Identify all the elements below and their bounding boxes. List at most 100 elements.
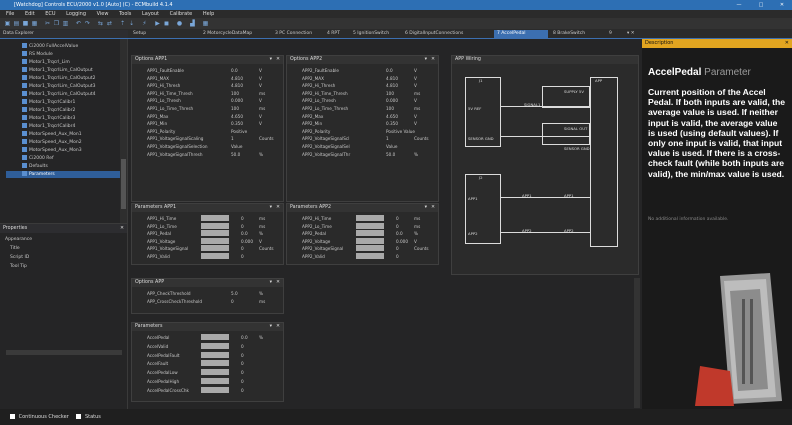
value-slider[interactable] [201,222,229,229]
tree-item[interactable]: MotorSpeed_Aux_Mon2 [22,139,82,146]
setting-value[interactable]: 0.000 [231,97,243,104]
setting-row[interactable]: APP1_Hi_Time 0 ms [135,215,280,222]
value-slider[interactable] [356,245,384,252]
setting-row[interactable]: AccelPedalCrossChk 0 [135,386,280,394]
setting-row[interactable]: APP1_Min 0.350 V [135,120,280,127]
pin-icon[interactable]: ▾ [270,204,272,212]
setting-row[interactable]: APP2_VoltageSignalSel Value [290,143,435,150]
open-icon[interactable]: ▤ [13,20,20,27]
setting-value[interactable]: 0 [396,245,399,252]
setting-value[interactable]: 0 [241,378,244,385]
menu-file[interactable]: File [6,11,14,17]
setting-value[interactable]: Positive [231,128,247,135]
setting-row[interactable]: APP1_Hi_Time_Thresh 100 ms [135,90,280,97]
setting-row[interactable]: AccelPedalLow 0 [135,369,280,376]
setting-value[interactable]: 0.000 [241,238,253,245]
tree-item[interactable]: Motor1_TrqcrlLim_CalOutput [22,67,93,74]
setting-row[interactable]: APP1_FaultEnable 0.0 V [135,67,280,74]
close-icon[interactable]: ✕ [276,279,280,287]
setting-value[interactable]: 0.350 [386,120,398,127]
value-slider[interactable] [201,342,229,349]
tab-9[interactable]: 9 [606,30,620,38]
value-slider[interactable] [201,253,229,259]
tab-brake-switch[interactable]: 8 BrakeSwitch [550,30,604,38]
close-icon[interactable]: ✕ [785,39,789,48]
setting-value[interactable]: 100 [231,105,239,112]
tree-item[interactable]: Motor1_TrqcrlCalibr4 [22,123,75,130]
setting-row[interactable]: APP1_VoltageSignal 0 Counts [135,245,280,252]
setting-row[interactable]: APP1_VoltageSignalThresh 50.0% [135,151,280,158]
setting-row[interactable]: APP2_VoltageSignalThr 50.0% [290,151,435,158]
new-icon[interactable]: ▣ [4,20,11,27]
setting-row[interactable]: APP2_FaultEnable 0.0 V [290,67,435,74]
setting-value[interactable]: 0.0 [241,334,248,341]
copy-icon[interactable]: ❐ [53,20,60,27]
tree-item[interactable]: Motor1_TrqcrlCalibr2 [22,107,75,114]
tree-item[interactable]: Motor1_TrqcrlCalibr1 [22,99,75,106]
setting-row[interactable]: APP_CrossCheckThreshold 0 ms [135,298,280,305]
close-icon[interactable]: ✕ [276,204,280,212]
setting-row[interactable]: APP1_Lo_Thresh 0.000 V [135,97,280,104]
setting-value[interactable]: Positive Value [386,128,415,135]
setting-value[interactable]: 0 [241,387,244,394]
setting-row[interactable]: APP1_Voltage 0.000 V [135,237,280,245]
menu-help[interactable]: Help [203,11,214,17]
tree-item[interactable]: RS Module [22,51,53,58]
explorer-scroll-thumb[interactable] [121,159,126,209]
setting-value[interactable]: 100 [386,90,394,97]
menu-ecu[interactable]: ECU [45,11,55,17]
setting-row[interactable]: APP1_Polarity Positive [135,128,280,135]
setting-value[interactable]: Value [231,143,243,150]
setting-row[interactable]: APP_CheckThreshold 5.0% [135,290,280,297]
setting-value[interactable]: 0 [241,360,244,367]
menu-logging[interactable]: Logging [66,11,86,17]
save-icon[interactable]: ■ [22,20,29,27]
save-all-icon[interactable]: ▦ [31,20,38,27]
setting-value[interactable]: 0 [241,253,244,260]
value-slider[interactable] [201,386,229,393]
setting-row[interactable]: APP2_Hi_Time 0 ms [290,215,435,222]
value-slider[interactable] [201,230,229,237]
tab-rpt[interactable]: 4 RPT [324,30,348,38]
setting-value[interactable]: 4.810 [231,75,243,82]
setting-value[interactable]: 4.810 [386,75,398,82]
value-slider[interactable] [201,360,229,367]
setting-row[interactable]: APP2_Hi_Time_Thresh 100 ms [290,90,435,97]
value-slider[interactable] [201,215,229,221]
properties-scrollbar[interactable] [6,350,122,355]
setting-value[interactable]: 1 [386,135,389,142]
setting-value[interactable]: 0 [241,369,244,376]
upload-icon[interactable]: ⇡ [119,20,126,27]
tree-item[interactable]: Motor1_TrqcrlLim_CalOutput4 [22,91,95,98]
setting-value[interactable]: 0 [396,223,399,230]
setting-value[interactable]: Value [386,143,398,150]
undo-icon[interactable]: ↶ [75,20,82,27]
setting-value[interactable]: 4.650 [231,113,243,120]
setting-row[interactable]: AccelValid 0 [135,342,280,350]
setting-row[interactable]: APP2_Lo_Thresh 0.000 V [290,97,435,104]
setting-row[interactable]: APP2_VoltageSignalScl 1 Counts [290,135,435,142]
tab-motorcycle-data-map[interactable]: 2 MotorcycleDataMap [200,30,270,38]
cut-icon[interactable]: ✂ [44,20,51,27]
setting-value[interactable]: 0 [241,245,244,252]
grid-icon[interactable]: ▦ [202,20,209,27]
setting-value[interactable]: 5.0 [231,290,238,297]
value-slider[interactable] [356,222,384,229]
run-icon[interactable]: ▶ [154,20,161,27]
setting-row[interactable]: APP2_Valid 0 [290,253,435,260]
setting-value[interactable]: 1 [231,135,234,142]
tree-item[interactable]: Ci2000 FullAccelValue [22,43,78,50]
setting-row[interactable]: APP2_Lo_Time 0 ms [290,222,435,230]
setting-value[interactable]: 0 [231,298,234,305]
setting-row[interactable]: APP1_Max 4.650 V [135,113,280,120]
setting-row[interactable]: APP2_Hi_Thresh 4.810 V [290,82,435,89]
setting-value[interactable]: 0.000 [386,97,398,104]
minimize-button[interactable]: — [728,0,750,10]
paste-icon[interactable]: ▥ [62,20,69,27]
tree-item[interactable]: Motor1_Trqcrl_Lim [22,59,70,66]
property-row[interactable]: Script ID [10,254,29,262]
close-icon[interactable]: ✕ [431,56,435,64]
menu-view[interactable]: View [97,11,109,17]
setting-value[interactable]: 0.0 [241,230,248,237]
tree-item[interactable]: Motor1_TrqcrlLim_CalOutput3 [22,83,95,90]
